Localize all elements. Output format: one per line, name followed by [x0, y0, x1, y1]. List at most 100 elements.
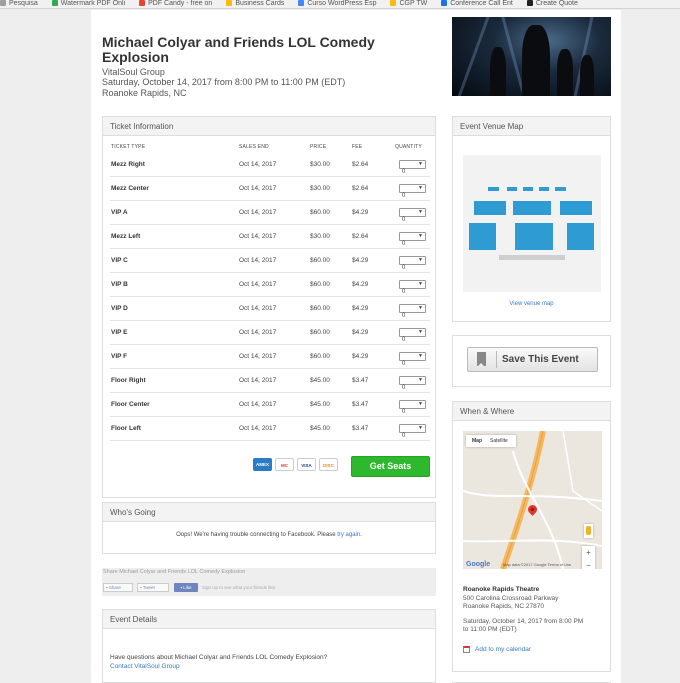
ticket-sales-end: Oct 14, 2017 — [239, 257, 277, 264]
ticket-row: Floor Left Oct 14, 2017 $45.00 $3.47 0 ▼ — [110, 417, 430, 441]
like-button[interactable]: ▪ Like — [174, 583, 198, 592]
map-data-credit[interactable]: Map data ©2017 Google Terms of Use — [503, 561, 571, 569]
quantity-value: 0 — [402, 193, 406, 199]
like-label: Like — [183, 585, 192, 590]
tweet-button[interactable]: ▪ Tweet — [137, 583, 169, 592]
bookmark-item[interactable]: PDF Candy - free on — [139, 0, 212, 7]
like-note: Sign Up to see what your friends like. — [202, 585, 277, 590]
bookmark-item[interactable]: Conference Call Ent — [441, 0, 513, 7]
ticket-row: VIP B Oct 14, 2017 $60.00 $4.29 0 ▼ — [110, 273, 430, 297]
ticket-price: $30.00 — [310, 233, 330, 240]
share-label: Share — [108, 585, 121, 590]
ticket-sales-end: Oct 14, 2017 — [239, 281, 277, 288]
ticket-type-name: VIP C — [111, 257, 128, 264]
ticket-fee: $4.29 — [352, 353, 369, 360]
ticket-fee: $4.29 — [352, 281, 369, 288]
quantity-select[interactable]: 0 ▼ — [399, 280, 426, 295]
bookmark-favicon-icon — [441, 0, 448, 6]
quantity-select[interactable]: 0 ▼ — [399, 256, 426, 271]
share-button[interactable]: ▪ Share — [103, 583, 133, 592]
ticket-sales-end: Oct 14, 2017 — [239, 161, 277, 168]
street-view-pegman-icon[interactable] — [584, 524, 593, 538]
ticket-type-name: Mezz Center — [111, 185, 149, 192]
ticket-sales-end: Oct 14, 2017 — [239, 329, 277, 336]
venue-name: Roanoke Rapids Theatre — [463, 586, 540, 593]
ticket-fee: $3.47 — [352, 377, 369, 384]
bookmark-item[interactable]: Pesquisa — [0, 0, 38, 7]
col-quantity: QUANTITY — [395, 144, 422, 150]
quantity-select[interactable]: 0 ▼ — [399, 376, 426, 391]
try-again-link[interactable]: try again — [337, 532, 360, 538]
bookmark-favicon-icon — [226, 0, 233, 6]
chevron-down-icon: ▼ — [418, 329, 423, 335]
bookmark-item[interactable]: Curso WordPress Esp — [298, 0, 376, 7]
quantity-select[interactable]: 0 ▼ — [399, 160, 426, 175]
bookmark-item[interactable]: CGP TW — [390, 0, 427, 7]
event-time-line1: Saturday, October 14, 2017 from 8:00 PM — [463, 618, 584, 625]
quantity-select[interactable]: 0 ▼ — [399, 232, 426, 247]
ticket-price: $45.00 — [310, 425, 330, 432]
event-organizer[interactable]: VitalSoul Group — [102, 67, 165, 77]
bookmark-label: CGP TW — [399, 0, 428, 7]
get-seats-button[interactable]: Get Seats — [351, 456, 430, 477]
bookmark-label: Curso WordPress Esp — [307, 0, 377, 7]
chevron-down-icon: ▼ — [418, 401, 423, 407]
button-divider — [496, 351, 497, 368]
quantity-select[interactable]: 0 ▼ — [399, 208, 426, 223]
share-strip: Share Michael Colyar and Friends LOL Com… — [102, 568, 436, 596]
quantity-value: 0 — [402, 265, 406, 271]
ticket-sales-end: Oct 14, 2017 — [239, 209, 277, 216]
bookmark-label: Conference Call Ent — [450, 0, 513, 7]
google-map[interactable]: Map Satellite + − Map data ©2017 Google … — [463, 431, 602, 569]
quantity-select[interactable]: 0 ▼ — [399, 400, 426, 415]
event-datetime: Saturday, October 14, 2017 from 8:00 PM … — [102, 77, 346, 87]
event-location: Roanoke Rapids, NC — [102, 88, 187, 98]
quantity-select[interactable]: 0 ▼ — [399, 328, 426, 343]
amex-card-icon: AMEX — [253, 458, 272, 471]
col-sales-end: SALES END — [239, 144, 269, 150]
quantity-value: 0 — [402, 385, 406, 391]
col-ticket-type: TICKET TYPE — [111, 144, 146, 150]
contact-organizer-link[interactable]: Contact VitalSoul Group — [110, 663, 180, 670]
quantity-select[interactable]: 0 ▼ — [399, 184, 426, 199]
ticket-price: $60.00 — [310, 305, 330, 312]
satellite-tab[interactable]: Satellite — [490, 435, 508, 447]
add-to-calendar-link[interactable]: Add to my calendar — [463, 646, 531, 653]
ticket-row: Mezz Left Oct 14, 2017 $30.00 $2.64 0 ▼ — [110, 225, 430, 249]
map-tab[interactable]: Map — [472, 435, 482, 447]
view-venue-map-link[interactable]: View venue map — [453, 301, 610, 307]
when-and-where-heading: When & Where — [453, 402, 610, 421]
whos-going-heading: Who's Going — [103, 503, 435, 522]
facebook-error-message: Oops! We're having trouble connecting to… — [103, 532, 435, 538]
facebook-error-text: Oops! We're having trouble connecting to… — [176, 532, 336, 538]
ticket-row: VIP D Oct 14, 2017 $60.00 $4.29 0 ▼ — [110, 297, 430, 321]
chevron-down-icon: ▼ — [418, 209, 423, 215]
ticket-type-name: Floor Right — [111, 377, 146, 384]
ticket-table-header: TICKET TYPE SALES END PRICE FEE QUANTITY — [103, 141, 435, 153]
ticket-fee: $4.29 — [352, 257, 369, 264]
quantity-select[interactable]: 0 ▼ — [399, 304, 426, 319]
bookmark-label: Pesquisa — [9, 0, 38, 7]
quantity-select[interactable]: 0 ▼ — [399, 424, 426, 439]
ticket-sales-end: Oct 14, 2017 — [239, 425, 277, 432]
quantity-select[interactable]: 0 ▼ — [399, 352, 426, 367]
ticket-sales-end: Oct 14, 2017 — [239, 185, 277, 192]
map-type-control[interactable]: Map Satellite — [466, 435, 516, 447]
discover-card-icon: DISC — [319, 458, 338, 471]
chevron-down-icon: ▼ — [418, 305, 423, 311]
save-this-event-button[interactable]: Save This Event — [467, 347, 598, 372]
ticket-fee: $3.47 — [352, 425, 369, 432]
bookmark-item[interactable]: Watermark PDF Onli — [51, 0, 125, 7]
ticket-type-name: Floor Center — [111, 401, 150, 408]
venue-seating-map[interactable] — [463, 155, 601, 292]
chevron-down-icon: ▼ — [418, 353, 423, 359]
bookmark-label: PDF Candy - free on — [148, 0, 213, 7]
quantity-value: 0 — [402, 289, 406, 295]
ticket-type-name: VIP B — [111, 281, 128, 288]
zoom-in-button[interactable]: + — [582, 546, 595, 559]
event-venue-map-panel: Event Venue Map View venue map — [452, 116, 611, 322]
ticket-row: Mezz Right Oct 14, 2017 $30.00 $2.64 0 ▼ — [110, 153, 430, 177]
bookmark-item[interactable]: Create Quote — [526, 0, 578, 7]
quantity-value: 0 — [402, 313, 406, 319]
bookmark-item[interactable]: Business Cards — [226, 0, 284, 7]
